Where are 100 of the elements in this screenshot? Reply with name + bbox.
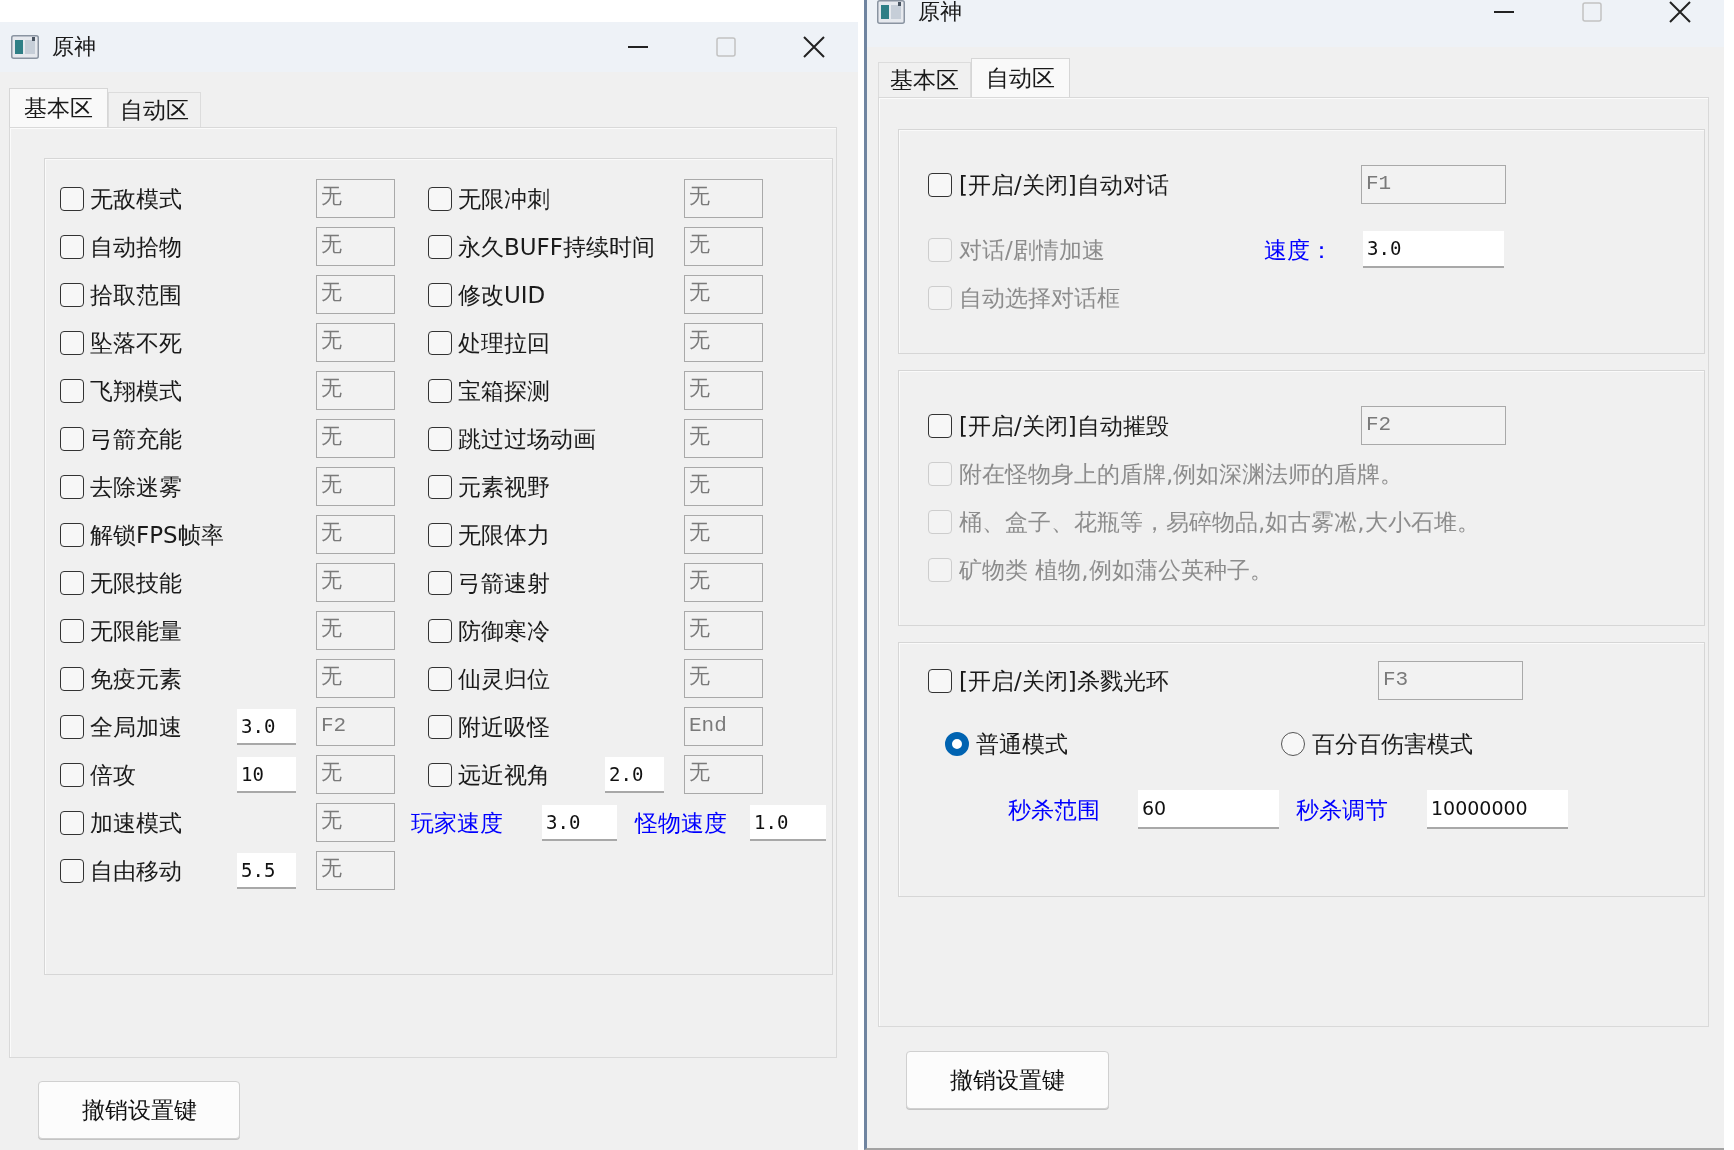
hotkey-field[interactable]: 无 [316, 755, 395, 794]
checkbox-label: 自由移动 [90, 856, 182, 885]
hotkey-field[interactable]: 无 [684, 467, 763, 506]
checkbox-label: 无限技能 [90, 568, 182, 597]
speed-field[interactable]: 1.0 [750, 804, 826, 841]
value-field[interactable]: 10000000 [1427, 790, 1568, 829]
checkbox[interactable] [928, 413, 952, 438]
hotkey-field[interactable]: 无 [684, 563, 763, 602]
hotkey-field[interactable]: 无 [684, 179, 763, 218]
speed-label: 玩家速度 [411, 808, 504, 837]
hotkey-field[interactable]: 无 [316, 515, 395, 554]
checkbox[interactable] [428, 714, 452, 739]
hotkey-field[interactable]: End [684, 707, 763, 746]
checkbox[interactable] [428, 762, 452, 787]
tab[interactable]: 自动区 [971, 58, 1070, 97]
hotkey-field[interactable]: 无 [684, 227, 763, 266]
speed-field[interactable]: 3.0 [542, 804, 617, 841]
checkbox[interactable] [60, 426, 84, 451]
checkbox-label: 弓箭充能 [90, 424, 182, 453]
checkbox[interactable] [60, 474, 84, 499]
checkbox[interactable] [60, 762, 84, 787]
maximize-icon [1582, 2, 1602, 22]
checkbox[interactable] [60, 618, 84, 643]
checkbox-label: 矿物类 植物,例如蒲公英种子。 [959, 556, 1273, 584]
undo-keys-button[interactable]: 撤销设置键 [38, 1081, 240, 1139]
checkbox-label: 桶、盒子、花瓶等，易碎物品,如古雾凇,大小石堆。 [959, 508, 1480, 536]
tab[interactable]: 基本区 [9, 88, 108, 127]
speed-label: 怪物速度 [635, 808, 728, 837]
checkbox[interactable] [428, 618, 452, 643]
hotkey-field[interactable]: 无 [316, 419, 395, 458]
tab[interactable]: 基本区 [878, 62, 971, 97]
checkbox[interactable] [428, 378, 452, 403]
hotkey-field[interactable]: 无 [316, 275, 395, 314]
radio-button[interactable] [945, 732, 969, 756]
checkbox-label: 宝箱探测 [458, 376, 550, 405]
checkbox[interactable] [428, 570, 452, 595]
checkbox[interactable] [428, 426, 452, 451]
hotkey-field[interactable]: 无 [316, 227, 395, 266]
hotkey-field[interactable]: 无 [684, 419, 763, 458]
checkbox-label: [开启/关闭]自动对话 [959, 170, 1169, 199]
checkbox[interactable] [60, 714, 84, 739]
checkbox[interactable] [428, 666, 452, 691]
hotkey-field[interactable]: 无 [316, 563, 395, 602]
checkbox-label: 自动拾物 [90, 232, 182, 261]
value-field[interactable]: 2.0 [605, 756, 664, 793]
hotkey-field[interactable]: 无 [684, 659, 763, 698]
minimize-icon [1494, 11, 1514, 13]
hotkey-field[interactable]: 无 [316, 803, 395, 842]
checkbox-label: 加速模式 [90, 808, 182, 837]
value-field[interactable]: 5.5 [237, 852, 296, 889]
undo-keys-button[interactable]: 撤销设置键 [906, 1051, 1109, 1109]
value-field[interactable]: 3.0 [237, 708, 296, 745]
hotkey-field[interactable]: 无 [684, 371, 763, 410]
checkbox[interactable] [428, 474, 452, 499]
checkbox[interactable] [60, 858, 84, 883]
checkbox[interactable] [60, 234, 84, 259]
checkbox-label: 自动选择对话框 [959, 284, 1120, 312]
checkbox[interactable] [60, 282, 84, 307]
checkbox[interactable] [60, 330, 84, 355]
hotkey-field[interactable]: 无 [316, 179, 395, 218]
checkbox-label: 去除迷雾 [90, 472, 182, 501]
hotkey-field[interactable]: 无 [316, 851, 395, 890]
hotkey-field[interactable]: 无 [684, 611, 763, 650]
checkbox[interactable] [428, 282, 452, 307]
checkbox[interactable] [428, 522, 452, 547]
checkbox[interactable] [60, 570, 84, 595]
checkbox[interactable] [928, 668, 952, 693]
checkbox[interactable] [428, 234, 452, 259]
checkbox[interactable] [928, 172, 952, 197]
radio-button[interactable] [1281, 732, 1305, 756]
checkbox[interactable] [60, 186, 84, 211]
hotkey-field[interactable]: F2 [316, 707, 395, 746]
value-field[interactable]: 60 [1138, 790, 1279, 829]
checkbox[interactable] [60, 522, 84, 547]
checkbox-label: 无限冲刺 [458, 184, 550, 213]
hotkey-field[interactable]: F2 [1361, 406, 1506, 445]
tab[interactable]: 自动区 [108, 92, 201, 127]
hotkey-field[interactable]: F1 [1361, 165, 1506, 204]
checkbox-label: 倍攻 [90, 760, 136, 789]
hotkey-field[interactable]: 无 [316, 467, 395, 506]
hotkey-field[interactable]: 无 [316, 371, 395, 410]
radio-label: 百分百伤害模式 [1312, 730, 1473, 758]
checkbox-label: 无敌模式 [90, 184, 182, 213]
checkbox[interactable] [428, 186, 452, 211]
value-field[interactable]: 10 [237, 756, 296, 793]
hotkey-field[interactable]: 无 [316, 659, 395, 698]
checkbox[interactable] [60, 378, 84, 403]
hotkey-field[interactable]: 无 [684, 515, 763, 554]
app-window-icon [11, 35, 39, 59]
minimize-icon [628, 46, 648, 48]
hotkey-field[interactable]: F3 [1378, 661, 1523, 700]
checkbox-label: 附在怪物身上的盾牌,例如深渊法师的盾牌。 [959, 460, 1404, 488]
hotkey-field[interactable]: 无 [684, 323, 763, 362]
hotkey-field[interactable]: 无 [684, 755, 763, 794]
hotkey-field[interactable]: 无 [316, 323, 395, 362]
hotkey-field[interactable]: 无 [316, 611, 395, 650]
hotkey-field[interactable]: 无 [684, 275, 763, 314]
checkbox[interactable] [60, 810, 84, 835]
checkbox[interactable] [60, 666, 84, 691]
checkbox[interactable] [428, 330, 452, 355]
